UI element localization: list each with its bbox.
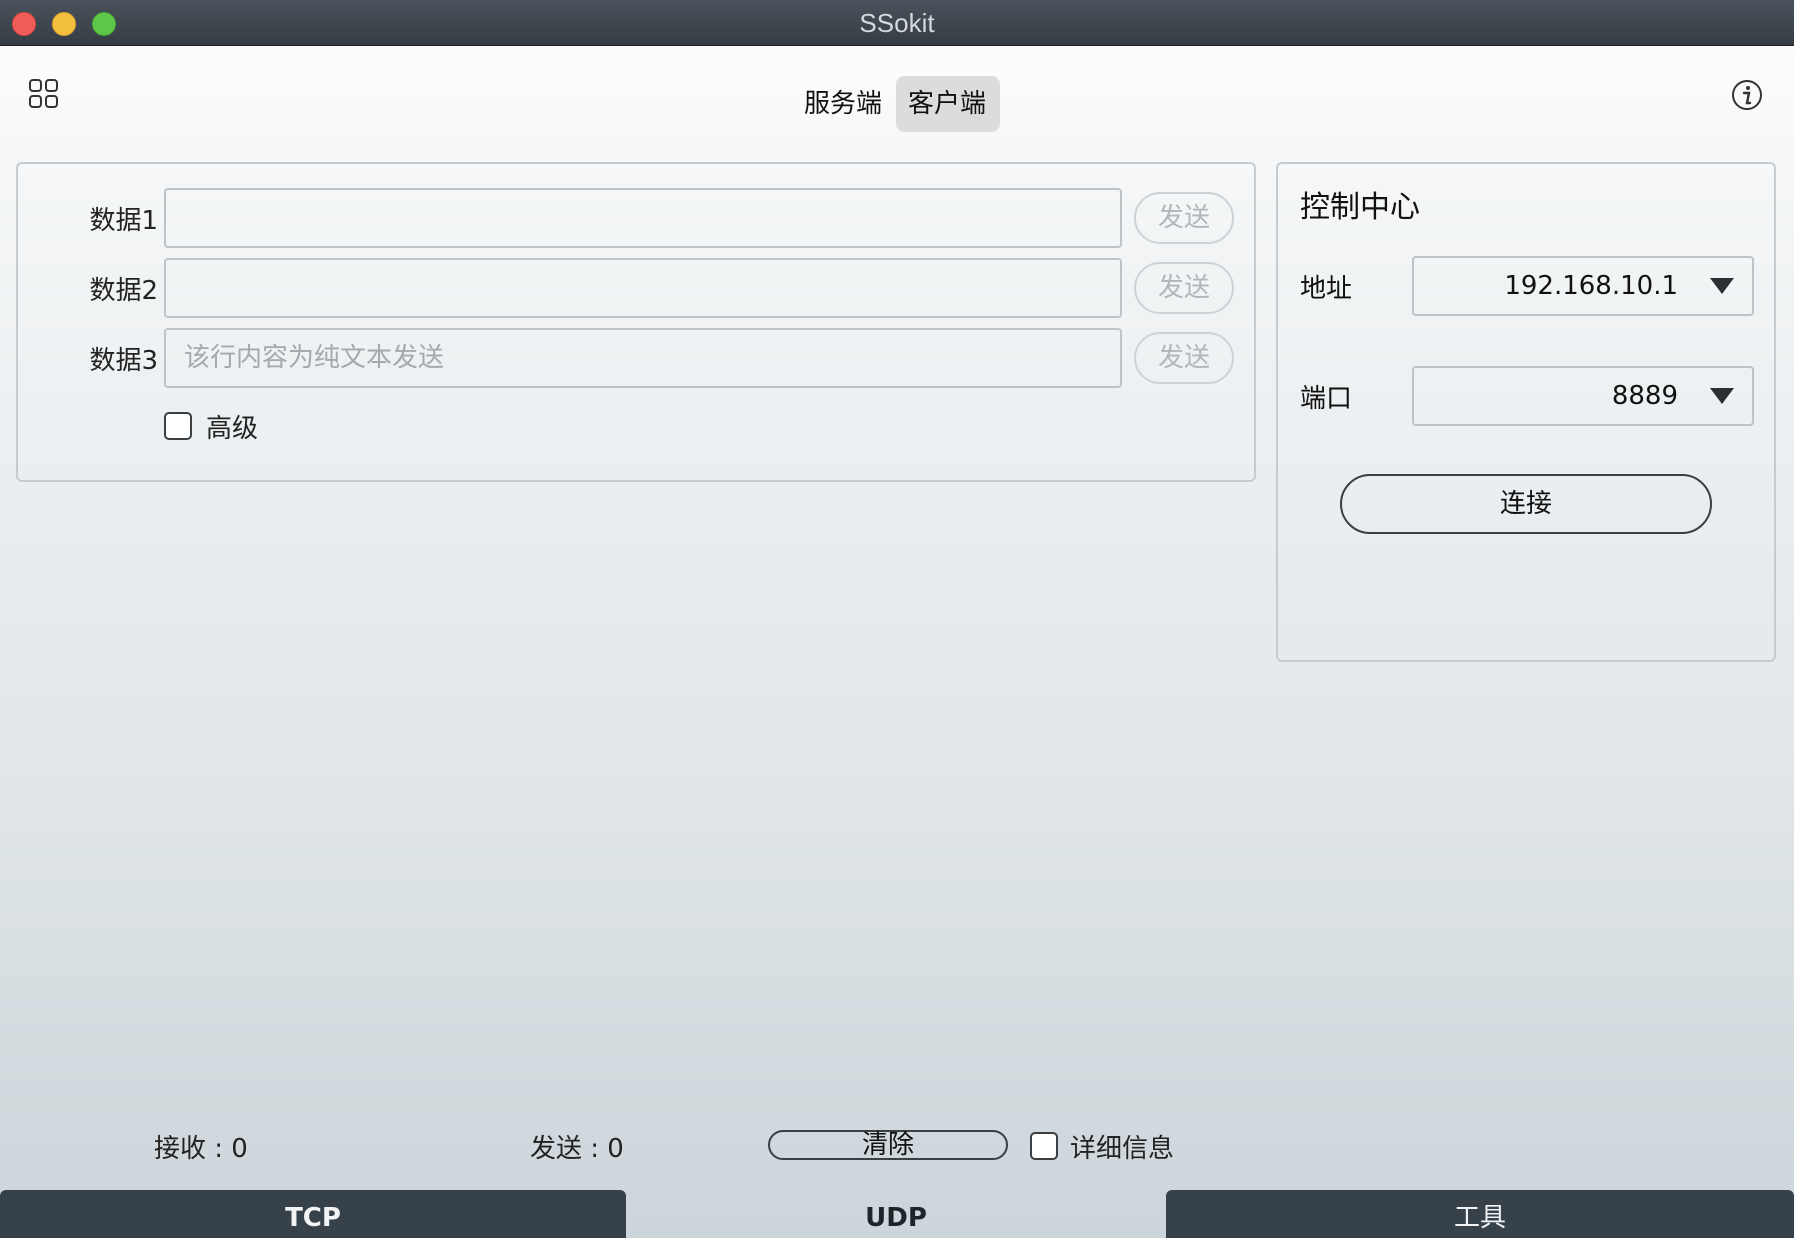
- data3-label: 数据3: [89, 346, 158, 376]
- received-count: 接收 : 0: [154, 1134, 248, 1164]
- clear-button[interactable]: 清除: [768, 1130, 1008, 1160]
- grid-icon[interactable]: [28, 78, 60, 110]
- tab-udp[interactable]: UDP: [626, 1190, 1166, 1238]
- address-combobox[interactable]: 192.168.10.1: [1412, 256, 1754, 316]
- control-center-panel: 控制中心 地址 192.168.10.1 端口 8889 连接: [1276, 162, 1776, 662]
- data1-input[interactable]: [164, 188, 1122, 248]
- advanced-checkbox[interactable]: [164, 412, 192, 440]
- tab-client[interactable]: 客户端: [896, 76, 1000, 132]
- data-panel: 数据1 发送 数据2 发送 数据3 发送 高级: [16, 162, 1256, 482]
- mode-tabs: 服务端 客户端: [792, 76, 1000, 132]
- port-combobox[interactable]: 8889: [1412, 366, 1754, 426]
- advanced-label: 高级: [206, 414, 259, 444]
- tab-tools[interactable]: 工具: [1166, 1190, 1794, 1238]
- title-bar: SSokit: [0, 0, 1794, 46]
- data3-send-button[interactable]: 发送: [1134, 332, 1234, 384]
- info-icon[interactable]: [1730, 78, 1764, 112]
- window-title: SSokit: [859, 8, 935, 38]
- tab-tcp[interactable]: TCP: [0, 1190, 626, 1238]
- address-label: 地址: [1300, 274, 1353, 304]
- port-label: 端口: [1300, 384, 1353, 414]
- chevron-down-icon[interactable]: [1710, 388, 1734, 404]
- data1-label: 数据1: [89, 206, 158, 236]
- tab-server[interactable]: 服务端: [792, 76, 896, 132]
- data2-label: 数据2: [89, 276, 158, 306]
- data2-input[interactable]: [164, 258, 1122, 318]
- data2-send-button[interactable]: 发送: [1134, 262, 1234, 314]
- chevron-down-icon[interactable]: [1710, 278, 1734, 294]
- sent-count: 发送 : 0: [530, 1134, 624, 1164]
- port-value: 8889: [1611, 381, 1678, 411]
- app-window: SSokit 服务端 客户端 数据1 发送 数据2 发送 数据3 发送 高级 控…: [0, 0, 1794, 1238]
- data3-input[interactable]: [164, 328, 1122, 388]
- control-center-title: 控制中心: [1300, 190, 1420, 225]
- data1-send-button[interactable]: 发送: [1134, 192, 1234, 244]
- details-checkbox[interactable]: [1030, 1132, 1058, 1160]
- details-label: 详细信息: [1070, 1134, 1175, 1164]
- connect-button[interactable]: 连接: [1340, 474, 1712, 534]
- address-value: 192.168.10.1: [1504, 271, 1678, 301]
